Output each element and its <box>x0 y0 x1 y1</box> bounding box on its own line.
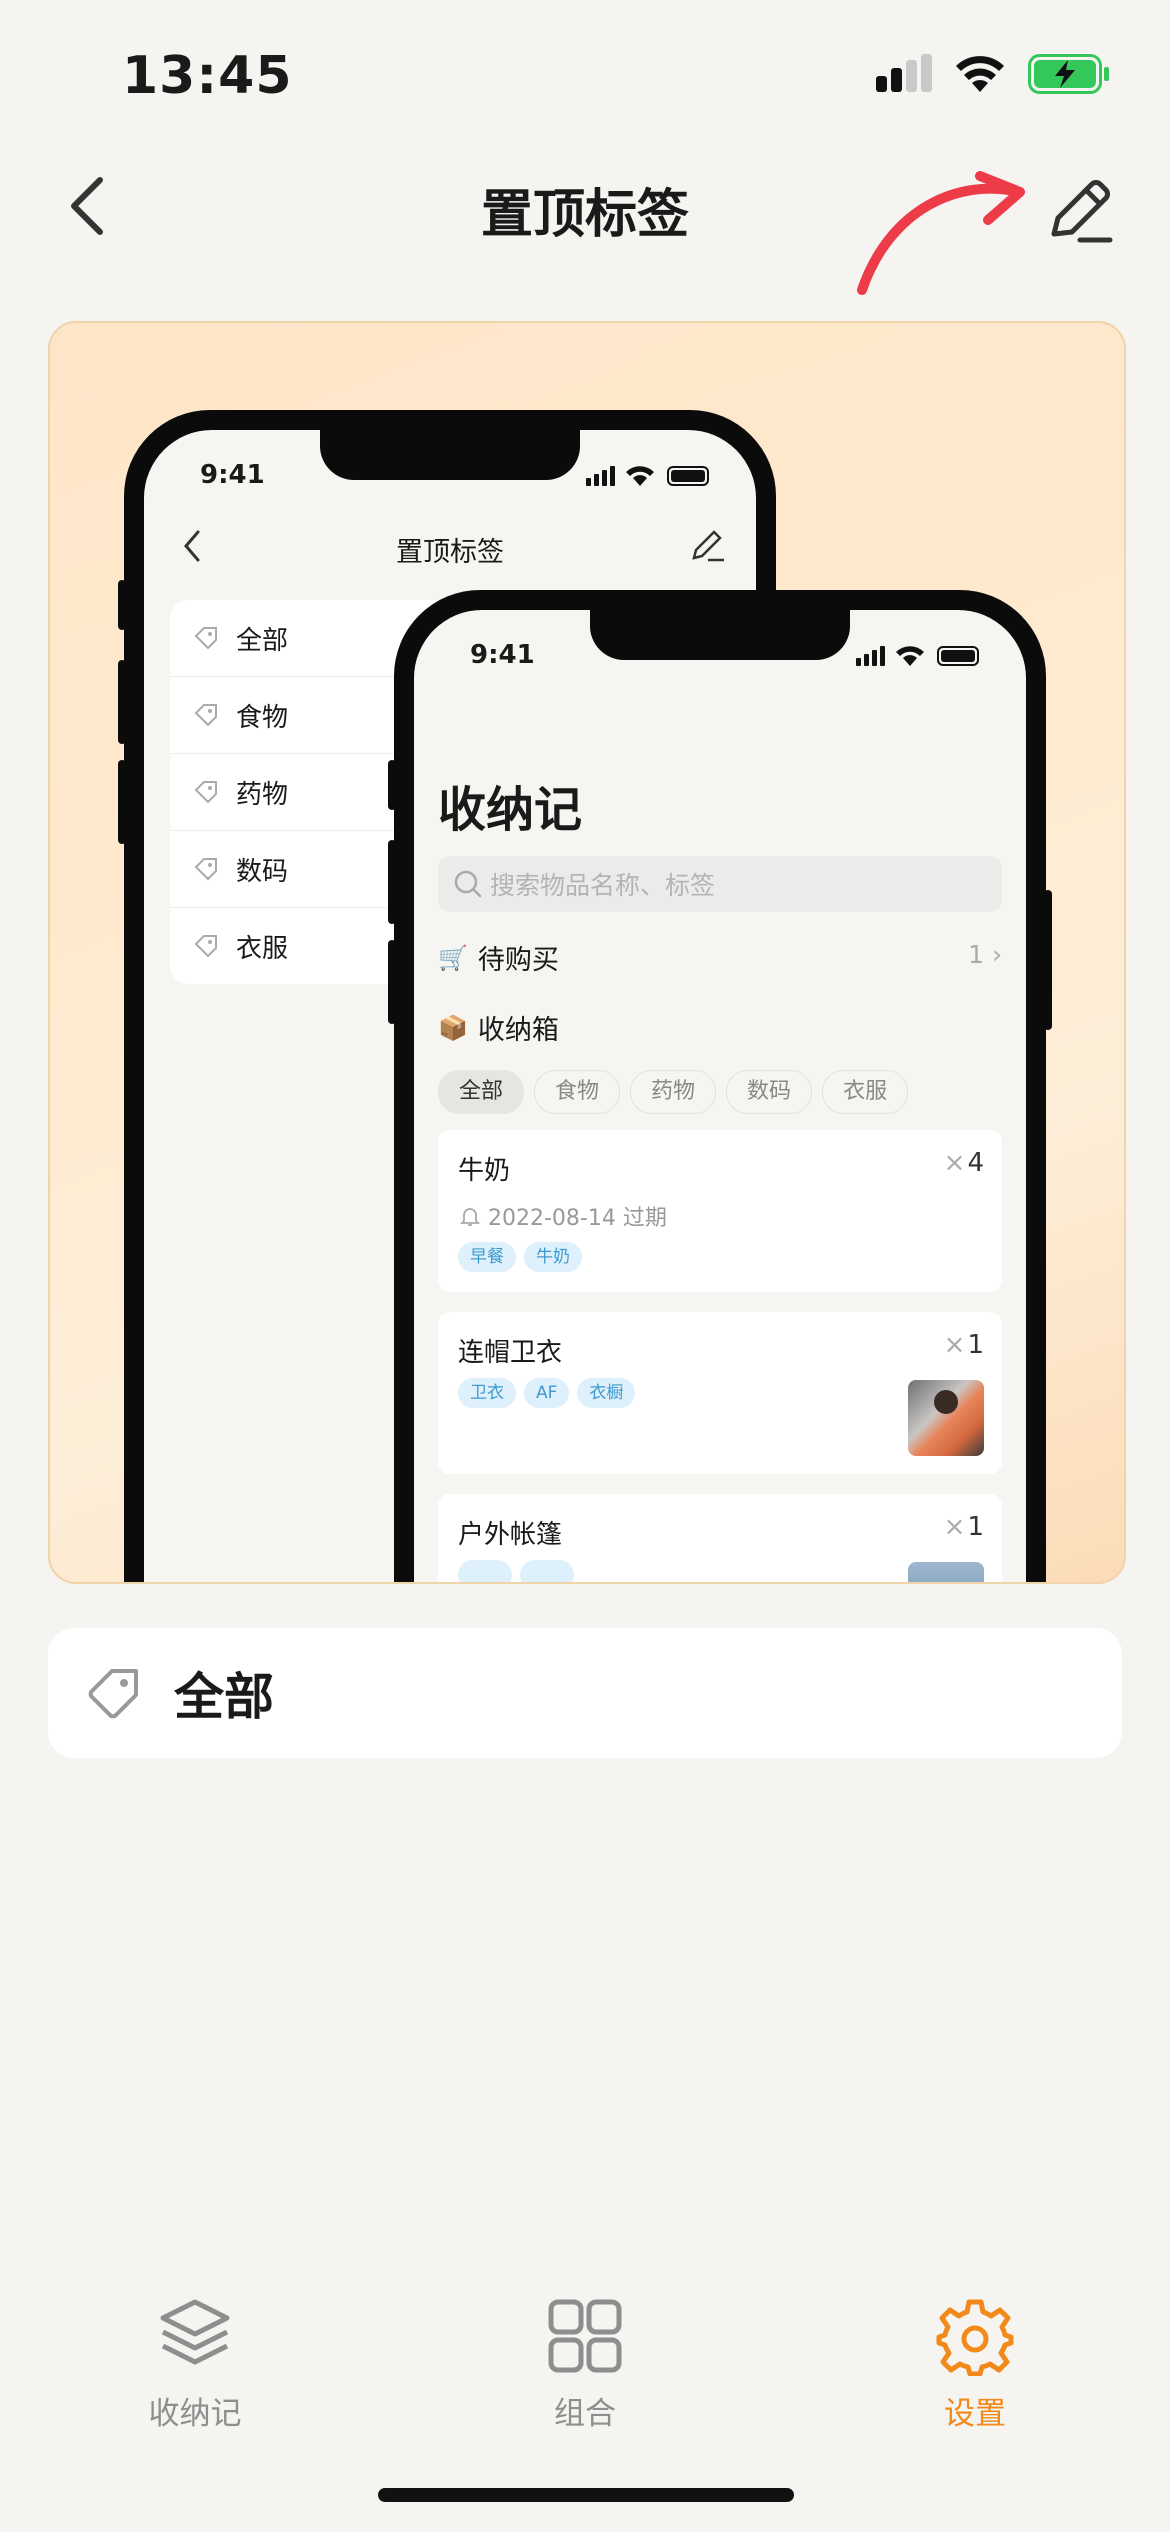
item-tags: 早餐 牛奶 <box>458 1242 590 1272</box>
tab-storage[interactable]: 收纳记 <box>95 2296 295 2433</box>
status-icons <box>876 54 1110 94</box>
front-phone-filter-chips: 全部 食物 药物 数码 衣服 <box>438 1070 918 1114</box>
tab-settings[interactable]: 设置 <box>875 2296 1075 2433</box>
cart-icon: 🛒 <box>438 943 468 972</box>
item-qty: ×1 <box>943 1330 984 1360</box>
layers-icon <box>160 2299 230 2365</box>
tag-icon <box>88 1669 138 1719</box>
back-phone-pencil-icon <box>692 530 724 562</box>
front-phone-search: 搜索物品名称、标签 <box>438 856 1002 912</box>
edit-button[interactable] <box>1040 172 1120 252</box>
gear-icon <box>936 2299 1014 2377</box>
home-indicator <box>378 2488 794 2502</box>
item-photo <box>908 1380 984 1456</box>
grid-icon <box>548 2299 622 2373</box>
item-qty: ×4 <box>943 1148 984 1178</box>
front-phone-title: 收纳记 <box>438 782 583 838</box>
bell-icon <box>459 1208 481 1226</box>
item-tags: 卫衣 AF 衣橱 <box>458 1378 643 1408</box>
preview-phone-front: 9:41 收纳记 搜索物品名称、标签 🛒 待购买 1 › 📦 收纳箱 全部 食物… <box>388 590 1052 1582</box>
search-icon <box>454 870 482 898</box>
filter-chip: 衣服 <box>822 1070 909 1114</box>
status-time: 13:45 <box>122 46 293 106</box>
front-phone-to-buy-count: 1 › <box>968 940 1002 969</box>
wifi-icon <box>956 56 1004 92</box>
filter-chip: 药物 <box>630 1070 717 1114</box>
tab-label: 设置 <box>944 2396 1006 2432</box>
signal-icon <box>876 54 932 92</box>
tag-icon <box>194 781 217 804</box>
battery-icon <box>1028 54 1109 94</box>
hint-arrow-icon <box>857 171 1025 295</box>
item-card: 连帽卫衣 ×1 卫衣 AF 衣橱 <box>438 1312 1002 1474</box>
pencil-icon <box>1051 180 1113 243</box>
filter-chip: 食物 <box>534 1070 621 1114</box>
back-phone-status-icons <box>586 466 709 486</box>
pinned-tag-label: 全部 <box>174 1668 274 1726</box>
back-phone-title: 置顶标签 <box>396 537 504 568</box>
tag-icon <box>194 858 217 881</box>
preview-card: 9:41 置顶标签 全部 食物 药物 数码 衣服 9:41 收纳记 搜索物品名称… <box>48 321 1126 1584</box>
tag-icon <box>194 704 217 727</box>
item-card: 牛奶 ×4 2022-08-14 过期 早餐 牛奶 <box>438 1130 1002 1292</box>
tab-combination[interactable]: 组合 <box>485 2296 685 2433</box>
tag-icon <box>194 627 217 650</box>
front-phone-time: 9:41 <box>470 640 535 670</box>
tab-label: 收纳记 <box>148 2396 242 2432</box>
front-phone-box-row: 📦 收纳箱 <box>438 1013 559 1047</box>
back-phone-time: 9:41 <box>200 460 265 490</box>
filter-chip: 数码 <box>726 1070 813 1114</box>
front-phone-status-icons <box>856 646 979 666</box>
item-photo <box>908 1562 984 1582</box>
item-expiry: 2022-08-14 过期 <box>458 1200 667 1232</box>
filter-chip: 全部 <box>438 1070 525 1114</box>
item-card: 户外帐篷 ×1 <box>438 1494 1002 1582</box>
item-qty: ×1 <box>943 1512 984 1542</box>
tab-label: 组合 <box>554 2396 616 2432</box>
pinned-tag-item[interactable]: 全部 <box>48 1628 1122 1758</box>
tag-icon <box>194 935 217 958</box>
box-icon: 📦 <box>438 1013 468 1042</box>
front-phone-to-buy-row: 🛒 待购买 <box>438 943 559 977</box>
